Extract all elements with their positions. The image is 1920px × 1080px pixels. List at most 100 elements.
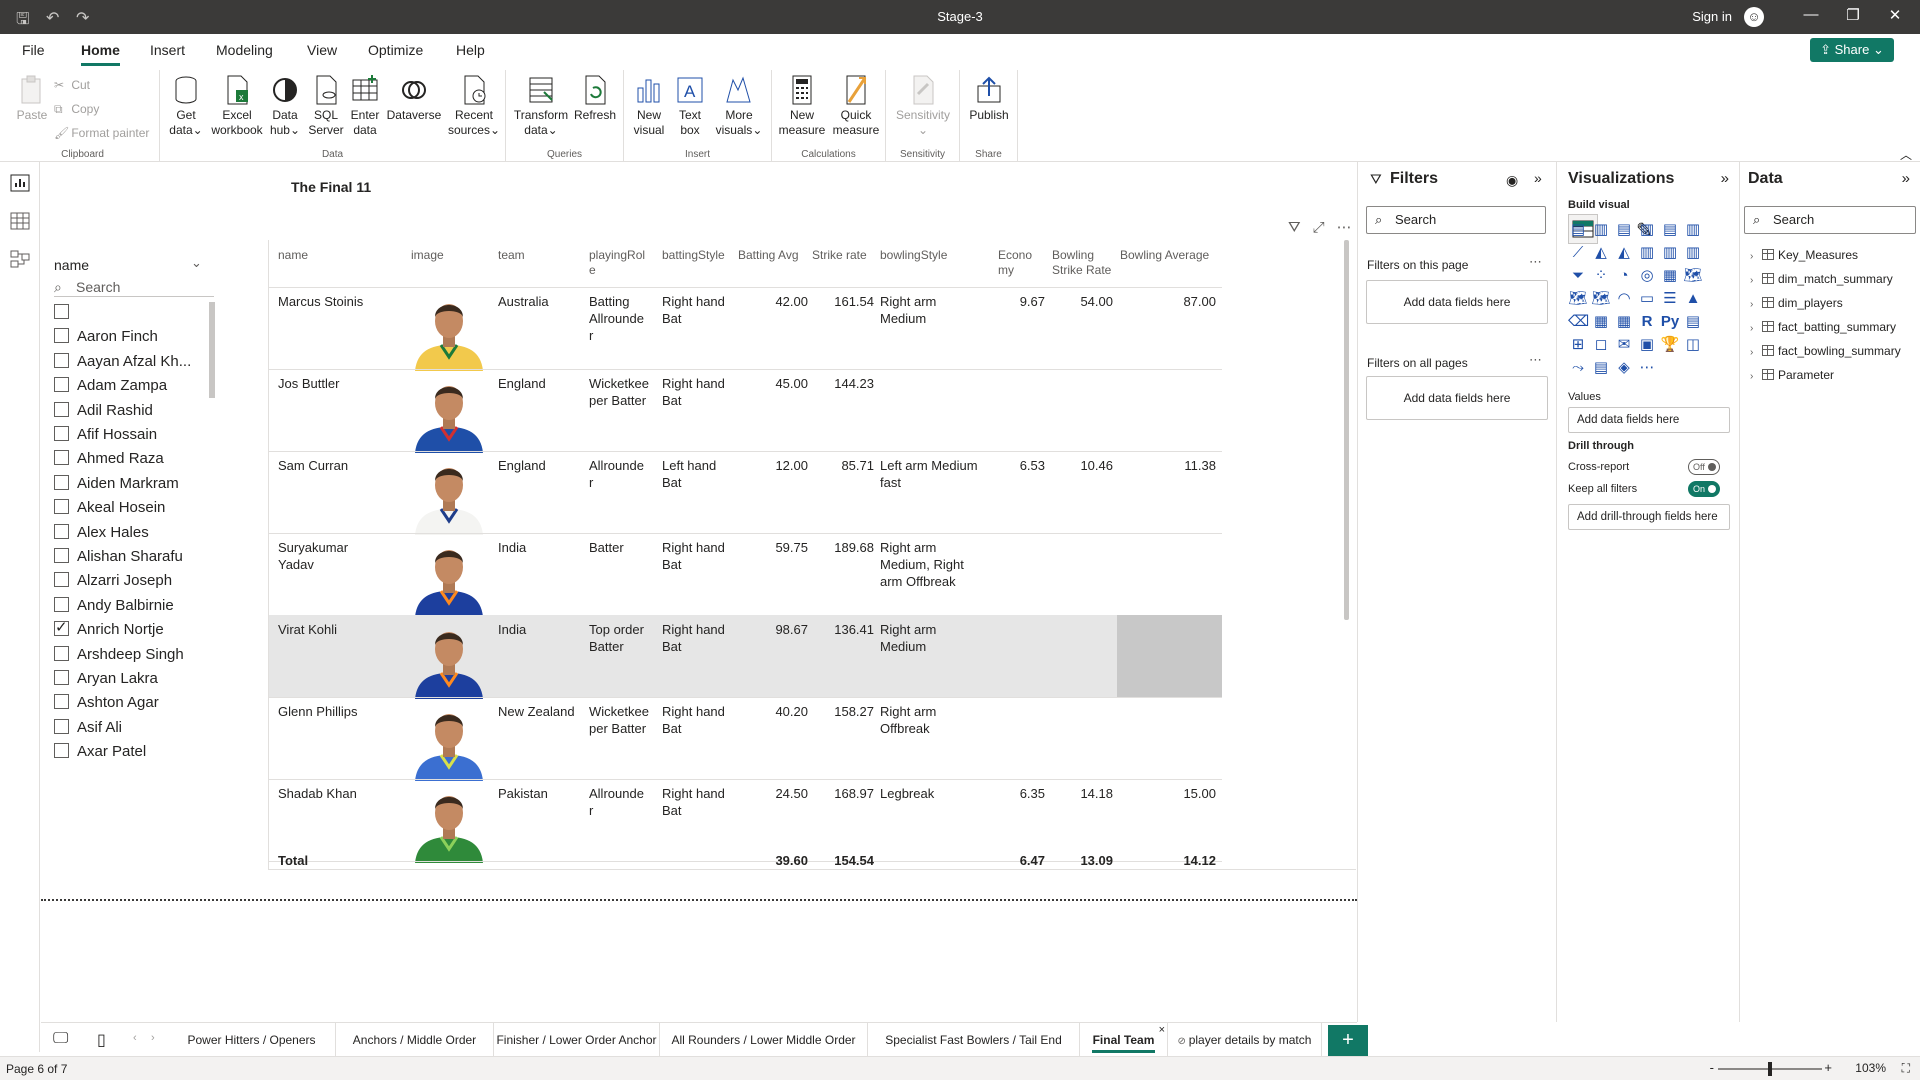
slicer-checkbox[interactable]	[54, 548, 69, 563]
publish-button[interactable]: Publish	[966, 74, 1012, 123]
slicer-checkbox[interactable]	[54, 596, 69, 612]
close-tab-icon[interactable]: ×	[1159, 1013, 1165, 1047]
dataverse-button[interactable]: Dataverse	[386, 74, 442, 123]
slicer-item[interactable]: Akeal Hosein	[54, 499, 165, 523]
slicer-checkbox[interactable]	[54, 670, 69, 685]
sign-in-link[interactable]: Sign in	[1692, 9, 1732, 24]
data-table-item[interactable]: › fact_bowling_summary	[1750, 344, 1901, 358]
narrative-icon[interactable]: ✉	[1614, 335, 1634, 355]
card-icon[interactable]: ▭	[1637, 289, 1657, 309]
drill-through-dropzone[interactable]: Add drill-through fields here	[1568, 504, 1730, 530]
close-icon[interactable]: ✕	[1880, 6, 1910, 24]
minimize-icon[interactable]: —	[1796, 6, 1826, 23]
multi-row-card-icon[interactable]: ☰	[1660, 289, 1680, 309]
tab-file[interactable]: File	[22, 42, 45, 58]
restore-icon[interactable]: ❐	[1838, 6, 1868, 24]
desktop-layout-icon[interactable]: 🖵	[53, 1030, 68, 1048]
100-column-icon[interactable]: ▥	[1683, 220, 1703, 240]
cross-report-toggle[interactable]: Off	[1688, 459, 1720, 475]
collapse-visualizations-icon[interactable]: »	[1721, 170, 1729, 187]
filter-icon[interactable]: ⛛	[1288, 219, 1301, 236]
filters-search-input[interactable]: ⌕ Search	[1366, 206, 1546, 234]
zoom-in-icon[interactable]: +	[1824, 1060, 1832, 1075]
excel-workbook-button[interactable]: x Excel workbook	[210, 74, 264, 138]
slicer-item[interactable]: Aayan Afzal Kh...	[54, 352, 191, 377]
new-visual-button[interactable]: New visual	[630, 74, 668, 138]
key-influencers-icon[interactable]: ▤	[1683, 312, 1703, 332]
zoom-out-icon[interactable]: -	[1710, 1060, 1714, 1075]
slicer-checkbox[interactable]	[54, 450, 69, 466]
tab-help[interactable]: Help	[456, 42, 485, 58]
page-tab[interactable]: All Rounders / Lower Middle Order	[660, 1023, 868, 1057]
all-pages-filter-dropzone[interactable]: Add data fields here	[1366, 376, 1548, 420]
slicer-item[interactable]: Aaron Finch	[54, 328, 158, 352]
page-tab[interactable]: Final Team ×	[1080, 1023, 1168, 1057]
power-automate-icon[interactable]: ⤳	[1568, 358, 1588, 378]
line-icon[interactable]: ⟋	[1568, 243, 1588, 263]
qa-icon[interactable]: ◻	[1591, 335, 1611, 355]
mobile-layout-icon[interactable]: ▯	[97, 1030, 106, 1050]
next-page-icon[interactable]: ›	[151, 1032, 155, 1044]
paste-button[interactable]: Paste	[12, 74, 52, 123]
text-box-button[interactable]: A Text box	[672, 74, 708, 138]
fit-page-icon[interactable]: ⛶	[1902, 1061, 1910, 1076]
slicer-checkbox[interactable]	[54, 718, 69, 734]
model-view-icon[interactable]	[10, 250, 30, 268]
slicer-checkbox[interactable]	[54, 474, 69, 490]
donut-icon[interactable]: ◎	[1637, 266, 1657, 286]
stacked-area-icon[interactable]: ◭	[1614, 243, 1634, 263]
paginated-icon[interactable]: ▣	[1637, 335, 1657, 355]
slicer-checkbox[interactable]	[54, 426, 69, 441]
tab-view[interactable]: View	[307, 42, 337, 58]
slicer-item[interactable]: Anrich Nortje	[54, 618, 164, 645]
slicer-checkbox[interactable]	[54, 304, 69, 319]
recent-sources-button[interactable]: Recent sources⌄	[446, 74, 502, 138]
account-icon[interactable]: ☺	[1744, 7, 1764, 27]
slicer-item[interactable]: Alishan Sharafu	[54, 548, 183, 572]
collapse-filters-icon[interactable]: »	[1534, 170, 1542, 186]
data-hub-button[interactable]: Data hub⌄	[266, 74, 304, 138]
eye-icon[interactable]: ◉	[1506, 172, 1518, 189]
data-table-item[interactable]: › fact_batting_summary	[1750, 320, 1896, 334]
collapse-ribbon-icon[interactable]: ︿	[1900, 146, 1912, 163]
slicer-item[interactable]: Afif Hossain	[54, 426, 157, 450]
chevron-right-icon[interactable]: ›	[1750, 275, 1760, 286]
trophy-icon[interactable]: 🏆	[1660, 335, 1680, 355]
slicer-checkbox[interactable]	[54, 377, 69, 393]
more-options-icon[interactable]: ⋯	[1337, 219, 1352, 236]
100-bar-icon[interactable]: ▤	[1660, 220, 1680, 240]
tab-insert[interactable]: Insert	[150, 42, 185, 58]
slicer-checkbox[interactable]	[54, 694, 69, 710]
decomposition-tree-icon[interactable]: ⊞	[1568, 335, 1588, 355]
slicer-item[interactable]: Axar Patel	[54, 743, 146, 767]
tab-home[interactable]: Home	[81, 42, 120, 66]
slicer-checkbox[interactable]	[54, 328, 69, 344]
slicer-checkbox[interactable]	[54, 618, 69, 637]
slicer-item[interactable]: Adil Rashid	[54, 401, 153, 426]
line-column-icon[interactable]: ▥	[1637, 243, 1657, 263]
slicer-item[interactable]: Aryan Lakra	[54, 670, 158, 694]
stacked-bar-icon[interactable]: ▤	[1568, 220, 1588, 240]
data-table-item[interactable]: › dim_players	[1750, 296, 1843, 310]
slicer-checkbox[interactable]	[54, 352, 69, 368]
stacked-column-icon[interactable]: ▥	[1591, 220, 1611, 240]
funnel-icon[interactable]: ⏷	[1568, 266, 1588, 286]
new-measure-button[interactable]: New measure	[776, 74, 828, 138]
custom-visual-icon[interactable]: ◈	[1614, 358, 1634, 378]
transform-data-button[interactable]: Transform data⌄	[512, 74, 570, 138]
slicer-scrollbar[interactable]	[209, 302, 215, 398]
data-table-item[interactable]: › Parameter	[1750, 368, 1834, 382]
share-button[interactable]: ⇪ Share ⌄	[1810, 38, 1894, 62]
enter-data-button[interactable]: Enter data	[346, 74, 384, 138]
slicer-checkbox[interactable]	[54, 401, 69, 417]
sensitivity-button[interactable]: Sensitivity ⌄	[894, 74, 952, 138]
focus-mode-icon[interactable]: ⤢	[1313, 219, 1325, 236]
slicer-item[interactable]: Adam Zampa	[54, 377, 167, 401]
slicer-item[interactable]: Alzarri Joseph	[54, 572, 172, 596]
clustered-column-icon[interactable]: ▥	[1637, 220, 1657, 240]
more-options-icon[interactable]: ⋯	[1529, 352, 1542, 368]
kpi-icon[interactable]: ▲	[1683, 289, 1703, 309]
quick-measure-button[interactable]: Quick measure	[830, 74, 882, 138]
arcgis-icon[interactable]: ▤	[1591, 358, 1611, 378]
refresh-button[interactable]: Refresh	[572, 74, 618, 123]
